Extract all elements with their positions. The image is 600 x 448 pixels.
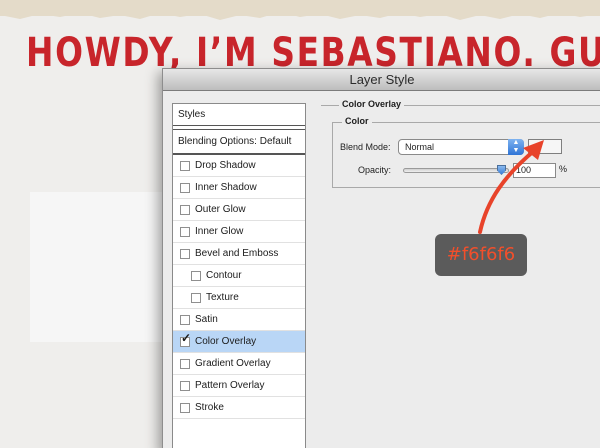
blend-mode-select[interactable]: Normal ▲ ▼ xyxy=(398,139,524,155)
style-item-color-overlay[interactable]: ✓ Color Overlay xyxy=(173,331,305,353)
style-item-label: Inner Glow xyxy=(195,225,244,237)
blend-mode-value: Normal xyxy=(405,142,435,152)
checkbox[interactable] xyxy=(180,204,190,215)
style-item-pattern-overlay[interactable]: Pattern Overlay xyxy=(173,375,305,397)
style-item-outer-glow[interactable]: Outer Glow xyxy=(173,199,305,221)
style-item-label: Drop Shadow xyxy=(195,159,256,171)
color-annotation-label: #f6f6f6 xyxy=(435,234,527,276)
checkbox[interactable] xyxy=(180,314,190,325)
torn-paper-edge xyxy=(0,8,600,20)
checkbox[interactable] xyxy=(191,270,201,281)
style-item-label: Bevel and Emboss xyxy=(195,247,279,259)
style-item-label: Texture xyxy=(206,291,239,303)
blending-options-item[interactable]: Blending Options: Default xyxy=(173,129,305,155)
checkbox-checked[interactable]: ✓ xyxy=(180,332,191,347)
checkbox[interactable] xyxy=(180,160,190,171)
checkbox[interactable] xyxy=(180,248,190,259)
checkbox[interactable] xyxy=(180,226,190,237)
color-group-title: Color xyxy=(342,116,372,126)
dialog-title: Layer Style xyxy=(163,69,600,91)
style-item-stroke[interactable]: Stroke xyxy=(173,397,305,419)
style-item-texture[interactable]: Texture xyxy=(173,287,305,309)
color-group xyxy=(332,122,600,188)
style-item-label: Satin xyxy=(195,313,218,325)
opacity-unit: % xyxy=(559,164,568,174)
layer-style-dialog: Layer Style Styles Blending Options: Def… xyxy=(162,68,600,448)
styles-panel: Styles Blending Options: Default Drop Sh… xyxy=(172,103,306,448)
checkbox[interactable] xyxy=(180,380,190,391)
checkbox[interactable] xyxy=(180,182,190,193)
opacity-label: Opacity: xyxy=(358,165,392,175)
checkbox[interactable] xyxy=(191,292,201,303)
style-item-label: Gradient Overlay xyxy=(195,357,271,369)
color-swatch[interactable] xyxy=(528,139,562,154)
styles-header[interactable]: Styles xyxy=(173,104,305,126)
style-item-inner-shadow[interactable]: Inner Shadow xyxy=(173,177,305,199)
style-item-label: Inner Shadow xyxy=(195,181,257,193)
opacity-slider[interactable] xyxy=(403,168,509,173)
color-overlay-title: Color Overlay xyxy=(339,99,405,109)
content-block xyxy=(30,192,170,342)
updown-arrows-icon: ▲ ▼ xyxy=(508,139,524,155)
style-item-inner-glow[interactable]: Inner Glow xyxy=(173,221,305,243)
style-item-label: Color Overlay xyxy=(195,335,257,347)
style-item-label: Pattern Overlay xyxy=(195,379,265,391)
style-item-label: Contour xyxy=(206,269,242,281)
checkbox[interactable] xyxy=(180,402,190,413)
style-item-gradient-overlay[interactable]: Gradient Overlay xyxy=(173,353,305,375)
style-item-bevel-emboss[interactable]: Bevel and Emboss xyxy=(173,243,305,265)
checkbox[interactable] xyxy=(180,358,190,369)
style-item-drop-shadow[interactable]: Drop Shadow xyxy=(173,155,305,177)
style-item-label: Outer Glow xyxy=(195,203,246,215)
opacity-input[interactable]: 100 xyxy=(513,163,556,178)
style-item-contour[interactable]: Contour xyxy=(173,265,305,287)
checkmark-icon: ✓ xyxy=(181,330,192,345)
blend-mode-label: Blend Mode: xyxy=(340,142,391,152)
style-item-satin[interactable]: Satin xyxy=(173,309,305,331)
style-item-label: Stroke xyxy=(195,401,224,413)
